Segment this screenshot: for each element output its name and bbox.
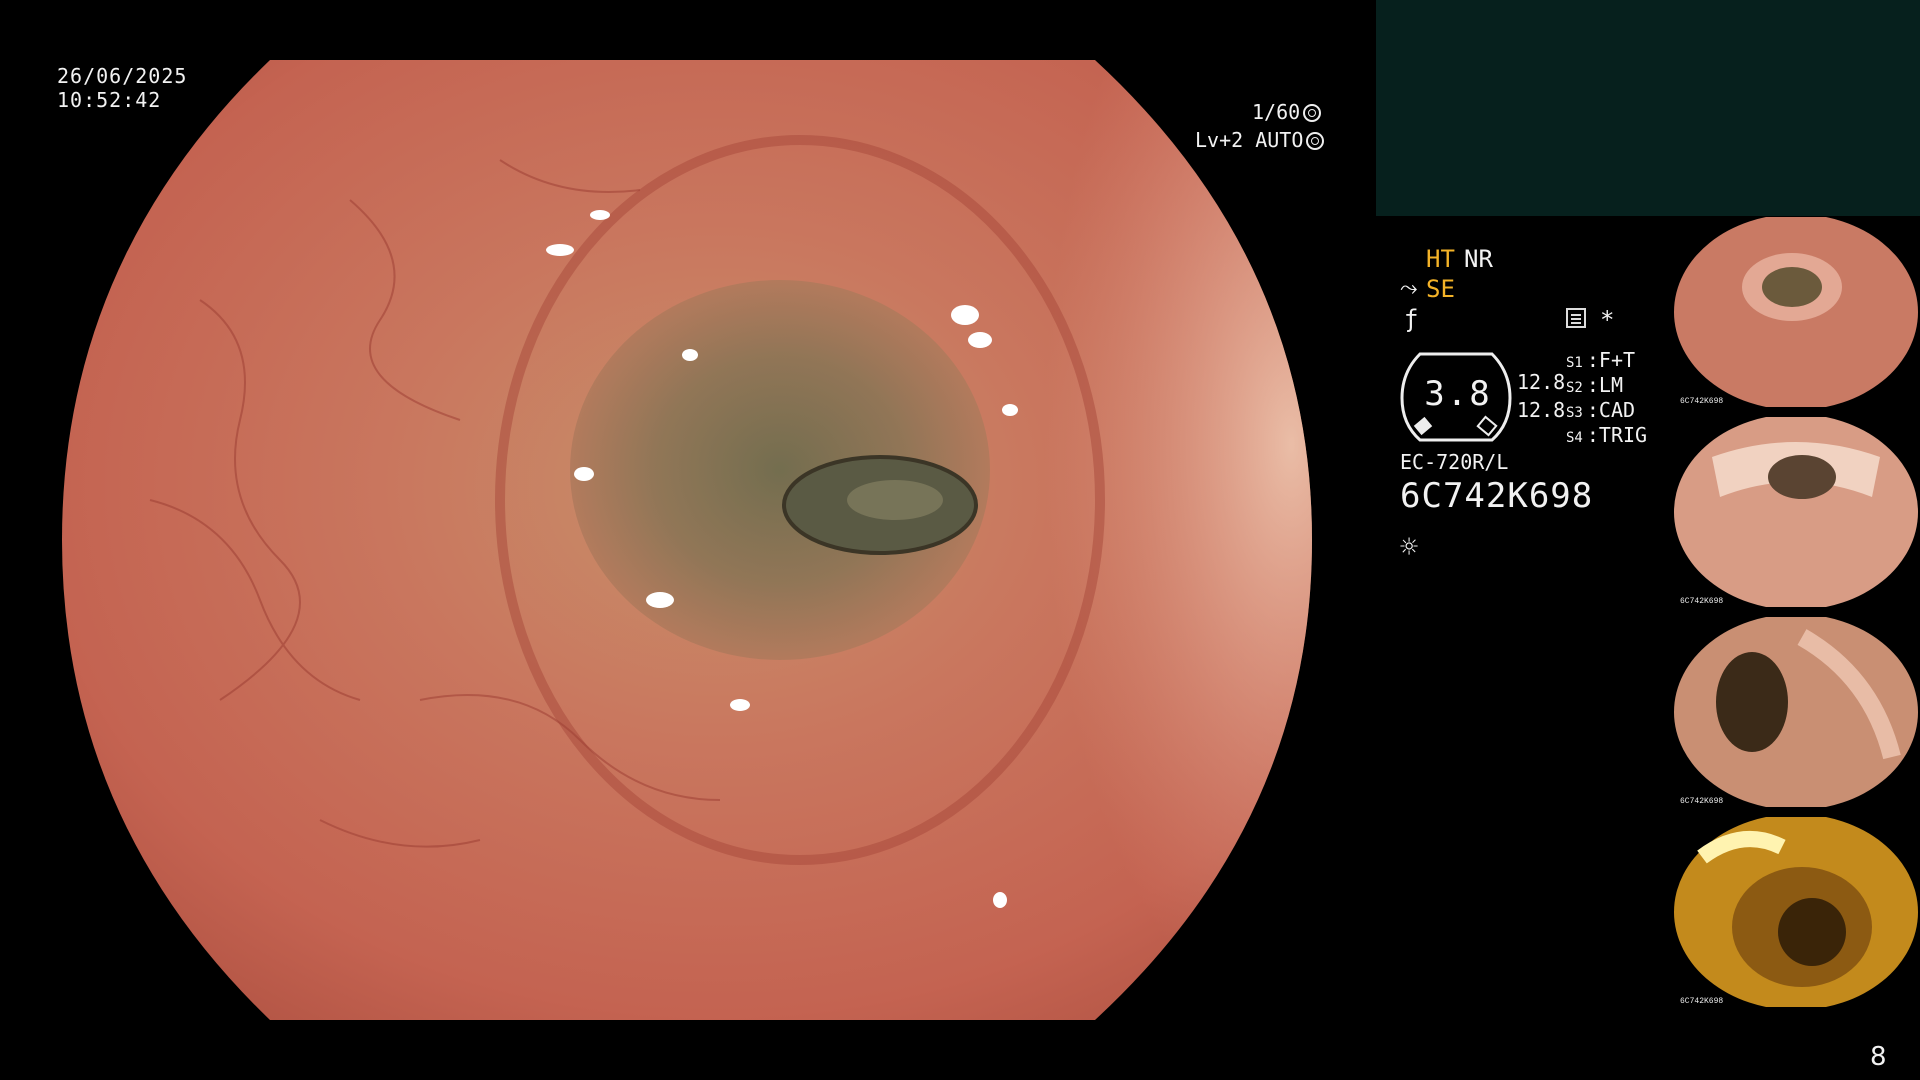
level-auto: Lv+2 AUTO	[1195, 128, 1325, 152]
thumb-label: 6C742K698	[1680, 797, 1723, 806]
auto-icon	[1306, 132, 1325, 150]
thumb-label: 6C742K698	[1680, 597, 1723, 606]
value-b: 12.8	[1517, 398, 1566, 422]
s-value: LM	[1598, 373, 1623, 397]
endoscope-main-view	[0, 0, 1380, 1080]
thumb-label: 6C742K698	[1680, 397, 1723, 406]
thumbnail-image: 6C742K698	[1672, 417, 1920, 607]
thumbnail-image: 6C742K698	[1672, 217, 1920, 407]
scope-model: EC-720R/L	[1400, 450, 1509, 474]
thumbnail-image: 6C742K698	[1672, 617, 1920, 807]
time-text: 10:52:42	[57, 88, 162, 112]
info-box	[1376, 0, 1920, 216]
thumbnail-image: 6C742K698	[1672, 817, 1920, 1007]
thumbnail-2[interactable]: 6C742K698	[1672, 417, 1920, 607]
date-text: 26/06/2025	[57, 64, 188, 88]
nr-indicator: NR	[1464, 245, 1493, 273]
timestamp: 26/06/2025 10:52:42	[57, 64, 187, 112]
memo-icon	[1566, 308, 1586, 328]
s-key: S1	[1566, 355, 1583, 371]
light-icon: ☼	[1400, 530, 1419, 565]
shutter-icon	[1303, 104, 1322, 122]
s-value: CAD	[1598, 398, 1636, 422]
s-key: S2	[1566, 380, 1583, 396]
thumbnail-1[interactable]: 6C742K698	[1672, 217, 1920, 407]
scope-serial: 6C742K698	[1400, 476, 1594, 516]
endoscope-image	[62, 60, 1312, 1020]
page-number: 8	[1870, 1042, 1887, 1072]
thumbnail-3[interactable]: 6C742K698	[1672, 617, 1920, 807]
s-key: S4	[1566, 430, 1583, 446]
shutter-speed: 1/60	[1252, 100, 1322, 124]
se-indicator: SE	[1426, 275, 1455, 303]
star-icon: *	[1600, 306, 1615, 334]
s-label-1: S1:F+T	[1566, 348, 1636, 372]
ht-indicator: HT	[1426, 245, 1455, 273]
gauge-value: 3.8	[1424, 374, 1492, 414]
s-key: S3	[1566, 405, 1583, 421]
s-value: TRIG	[1598, 423, 1648, 447]
value-a: 12.8	[1517, 370, 1566, 394]
se-scope-icon: ⤳	[1400, 276, 1418, 301]
s-value: F+T	[1598, 348, 1636, 372]
s-label-2: S2:LM	[1566, 373, 1623, 397]
thumb-label: 6C742K698	[1680, 997, 1723, 1006]
shutter-text: 1/60	[1252, 100, 1301, 124]
s-label-4: S4:TRIG	[1566, 423, 1648, 447]
s-label-3: S3:CAD	[1566, 398, 1636, 422]
level-auto-text: Lv+2 AUTO	[1195, 128, 1304, 152]
thumbnail-4[interactable]: 6C742K698	[1672, 817, 1920, 1007]
f-curve-icon: ƒ	[1404, 305, 1419, 333]
